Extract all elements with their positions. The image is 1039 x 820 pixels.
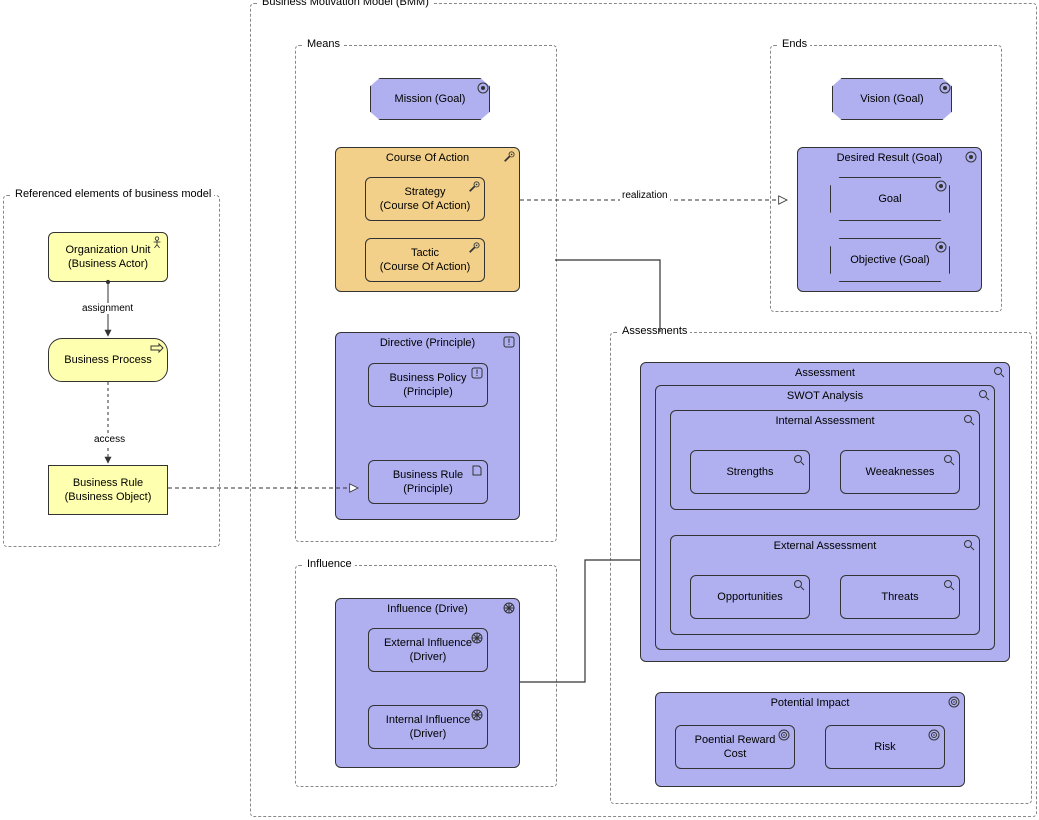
node-mission[interactable]: Mission (Goal) <box>370 78 490 120</box>
node-internal-influence-label: Internal Influence (Driver) <box>373 713 483 742</box>
edge-realization-label: realization <box>620 190 670 201</box>
node-threats[interactable]: Threats <box>840 575 960 619</box>
node-business-rule-obj[interactable]: Business Rule (Business Object) <box>48 465 168 515</box>
node-potential-impact-label: Potential Impact <box>656 697 964 709</box>
node-swot-label: SWOT Analysis <box>656 390 994 402</box>
node-internal-influence[interactable]: Internal Influence (Driver) <box>368 705 488 749</box>
node-mission-label: Mission (Goal) <box>375 92 485 106</box>
lens-icon6 <box>962 539 976 551</box>
node-business-process-label: Business Process <box>53 353 163 367</box>
arrow-icon <box>150 342 164 354</box>
principle-icon2: ! <box>470 367 484 379</box>
node-opportunities[interactable]: Opportunities <box>690 575 810 619</box>
group-assessments-label: Assessments <box>619 325 690 337</box>
node-external-influence-label: External Influence (Driver) <box>373 636 483 665</box>
actor-icon <box>150 236 164 248</box>
node-potential-reward[interactable]: Poential Reward Cost <box>675 725 795 769</box>
doc-icon <box>470 464 484 476</box>
node-tactic[interactable]: Tactic (Course Of Action) <box>365 238 485 282</box>
node-org-unit[interactable]: Organization Unit (Business Actor) <box>48 232 168 282</box>
target-icon4 <box>935 180 947 195</box>
node-strategy[interactable]: Strategy (Course Of Action) <box>365 177 485 221</box>
node-strengths[interactable]: Strengths <box>690 450 810 494</box>
node-weaknesses-label: Weeaknesses <box>845 465 955 479</box>
lens-icon3 <box>962 414 976 426</box>
target-icon3 <box>964 151 978 163</box>
node-risk-label: Risk <box>830 740 940 754</box>
node-business-policy-label: Business Policy (Principle) <box>373 371 483 400</box>
node-goal-label: Goal <box>835 192 945 206</box>
lens-icon7 <box>792 579 806 591</box>
node-influence-label: Influence (Drive) <box>336 603 519 615</box>
node-external-influence[interactable]: External Influence (Driver) <box>368 628 488 672</box>
node-goal[interactable]: Goal <box>830 177 950 221</box>
node-internal-assessment-label: Internal Assessment <box>671 415 979 427</box>
node-business-policy[interactable]: Business Policy (Principle) ! <box>368 363 488 407</box>
node-assessment-label: Assessment <box>641 367 1009 379</box>
group-influence-label: Influence <box>304 558 355 570</box>
node-strengths-label: Strengths <box>695 465 805 479</box>
driver-icon <box>502 602 516 614</box>
diagram-canvas: Referenced elements of business model Or… <box>0 0 1039 820</box>
node-business-rule-prin[interactable]: Business Rule (Principle) <box>368 460 488 504</box>
principle-icon: ! <box>502 336 516 348</box>
node-vision[interactable]: Vision (Goal) <box>832 78 952 120</box>
node-opportunities-label: Opportunities <box>695 590 805 604</box>
course-icon-small <box>467 181 481 193</box>
group-ends-label: Ends <box>779 38 810 50</box>
lens-icon4 <box>792 454 806 466</box>
node-weaknesses[interactable]: Weeaknesses <box>840 450 960 494</box>
driver-icon2 <box>470 632 484 644</box>
edge-access-label: access <box>92 434 127 445</box>
target-icon6 <box>947 696 961 708</box>
node-business-process[interactable]: Business Process <box>48 338 168 382</box>
edge-assignment-label: assignment <box>80 303 135 314</box>
group-means-label: Means <box>304 38 343 50</box>
node-org-unit-label: Organization Unit (Business Actor) <box>53 243 163 272</box>
group-bmm-label: Business Motivation Model (BMM) <box>259 0 432 8</box>
lens-icon2 <box>977 389 991 401</box>
node-objective[interactable]: Objective (Goal) <box>830 238 950 282</box>
node-risk[interactable]: Risk <box>825 725 945 769</box>
node-potential-reward-label: Poential Reward Cost <box>680 733 790 762</box>
course-icon-small2 <box>467 242 481 254</box>
lens-icon8 <box>942 579 956 591</box>
group-referenced-label: Referenced elements of business model <box>12 188 214 200</box>
svg-text:!: ! <box>476 368 479 378</box>
node-course-of-action-label: Course Of Action <box>336 152 519 164</box>
target-icon <box>477 82 489 97</box>
node-objective-label: Objective (Goal) <box>835 253 945 267</box>
node-directive-label: Directive (Principle) <box>336 337 519 349</box>
node-strategy-label: Strategy (Course Of Action) <box>370 185 480 214</box>
node-vision-label: Vision (Goal) <box>837 92 947 106</box>
target-icon7 <box>777 729 791 741</box>
target-icon5 <box>935 241 947 256</box>
node-business-rule-obj-label: Business Rule (Business Object) <box>53 476 163 505</box>
lens-icon <box>992 366 1006 378</box>
node-threats-label: Threats <box>845 590 955 604</box>
lens-icon5 <box>942 454 956 466</box>
target-icon2 <box>939 82 951 97</box>
node-business-rule-prin-label: Business Rule (Principle) <box>373 468 483 497</box>
course-icon <box>502 151 516 163</box>
node-desired-result-label: Desired Result (Goal) <box>798 152 981 164</box>
target-icon8 <box>927 729 941 741</box>
node-tactic-label: Tactic (Course Of Action) <box>370 246 480 275</box>
driver-icon3 <box>470 709 484 721</box>
node-external-assessment-label: External Assessment <box>671 540 979 552</box>
svg-text:!: ! <box>508 337 511 347</box>
